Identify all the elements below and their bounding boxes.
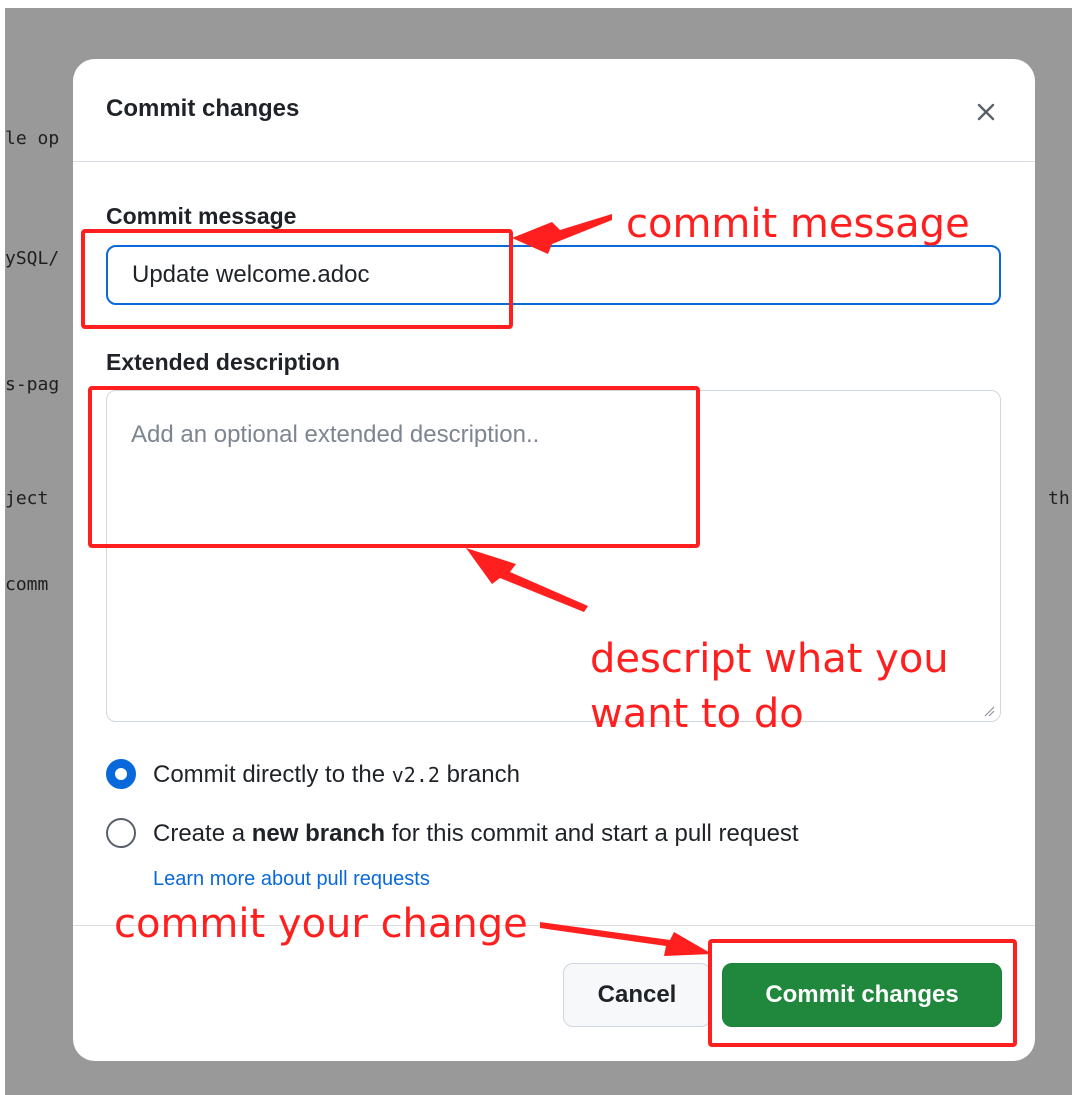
arrow-commit-button <box>540 922 712 956</box>
annotation-commit-message: commit message <box>626 201 970 247</box>
annotation-describe-line1: descript what you <box>590 636 949 682</box>
annotation-commit-change: commit your change <box>114 901 528 947</box>
arrow-commit-message <box>512 214 612 254</box>
arrow-description <box>466 548 588 612</box>
annotation-describe-line2: want to do <box>590 691 804 737</box>
